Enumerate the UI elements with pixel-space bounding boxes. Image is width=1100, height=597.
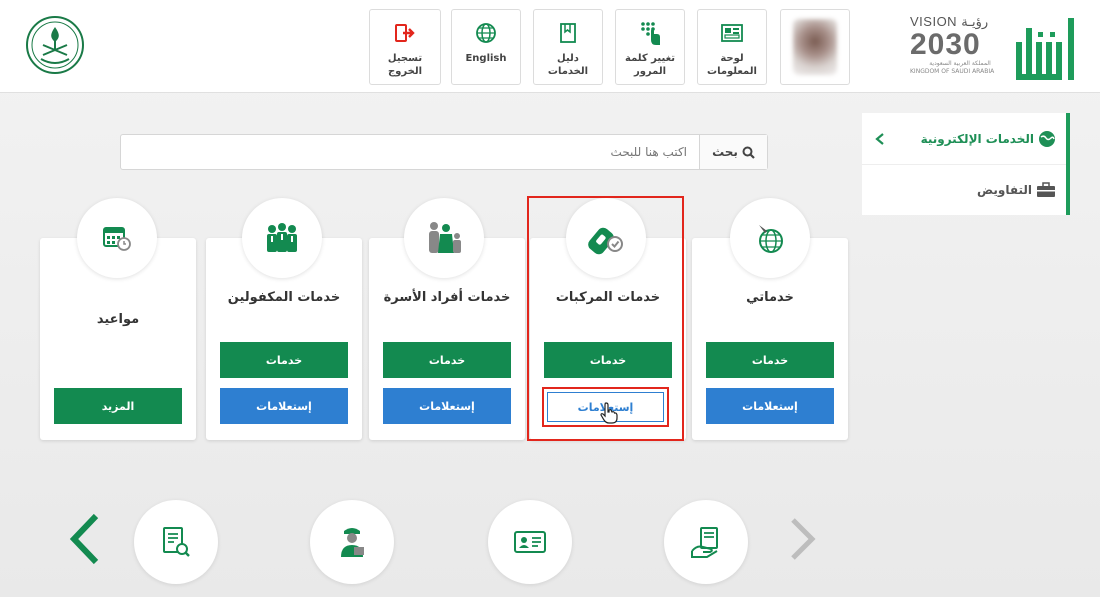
logout-icon [394, 20, 416, 46]
dashboard-icon [720, 20, 744, 46]
passport-hand-icon [691, 527, 718, 558]
id-card-icon [514, 531, 546, 553]
book-icon [558, 20, 578, 46]
officer-icon [341, 528, 364, 557]
sidebar-item-e-services[interactable]: الخدمات الإلكترونية [862, 113, 1066, 164]
absher-logo [1012, 12, 1084, 84]
english-button[interactable]: English [451, 9, 521, 85]
services-guide-label: دليل الخدمات [547, 53, 589, 77]
header: تسجيل الخروج English دليل الخدمات تغيير … [0, 0, 1100, 93]
sponsored-services-button[interactable]: خدمات [220, 342, 348, 378]
globe-plane-icon [730, 198, 810, 278]
ministry-emblem-icon [24, 14, 86, 76]
family-inquiries-button[interactable]: إستعلامات [383, 388, 511, 424]
globe-icon [1039, 130, 1055, 147]
my-services-inquiries-button[interactable]: إستعلامات [706, 388, 834, 424]
sidebar-item-label: الخدمات الإلكترونية [920, 131, 1034, 146]
document-search-icon [163, 527, 190, 557]
services-guide-button[interactable]: دليل الخدمات [533, 9, 603, 85]
carousel-prev-arrow-icon[interactable] [68, 512, 102, 570]
card-title: خدمات أفراد الأسرة [383, 290, 511, 305]
card-title: خدمات المكفولين [227, 290, 341, 305]
family-icon [404, 198, 484, 278]
dashboard-button[interactable]: لوحة المعلومات [697, 9, 767, 85]
vision-year-text: 2030 [910, 28, 981, 61]
carousel-item-document-search[interactable] [134, 500, 218, 584]
card-title: مواعيد [96, 312, 140, 327]
vision-sub-en: KINGDOM OF SAUDI ARABIA [910, 68, 995, 75]
search-button-label: بحث [712, 145, 738, 159]
my-services-services-button[interactable]: خدمات [706, 342, 834, 378]
briefcase-icon [1037, 182, 1055, 197]
search-input[interactable] [121, 135, 699, 169]
logout-label: تسجيل الخروج [387, 53, 423, 77]
sidebar: الخدمات الإلكترونية التفاويض [862, 113, 1070, 215]
sidebar-item-e-services-wrap: الخدمات الإلكترونية [921, 130, 1056, 148]
calendar-icon [77, 198, 157, 278]
sidebar-item-delegations-wrap: التفاويض [977, 182, 1056, 198]
search-icon [742, 146, 755, 159]
workers-icon [242, 198, 322, 278]
chevron-left-icon[interactable] [874, 132, 886, 146]
search-bar: بحث [120, 134, 768, 170]
card-title: خدماتي [746, 290, 794, 305]
user-avatar-button[interactable] [780, 9, 850, 85]
appointments-more-button[interactable]: المزيد [54, 388, 182, 424]
family-services-button[interactable]: خدمات [383, 342, 511, 378]
english-label: English [465, 53, 507, 64]
avatar [793, 19, 837, 75]
carousel-item-officer[interactable] [310, 500, 394, 584]
keypad-icon [638, 20, 662, 46]
logout-button[interactable]: تسجيل الخروج [369, 9, 441, 85]
carousel-next-arrow-icon[interactable] [788, 512, 818, 570]
sponsored-inquiries-button[interactable]: إستعلامات [220, 388, 348, 424]
change-password-button[interactable]: تغيير كلمة المرور [615, 9, 685, 85]
search-button[interactable]: بحث [699, 135, 767, 169]
globe-icon [475, 20, 497, 46]
vision-sub-ar: المملكة العربية السعودية [929, 60, 991, 67]
vision-2030-logo: VISION رؤيـة 2030 المملكة العربية السعود… [910, 14, 1010, 84]
change-password-label: تغيير كلمة المرور [625, 53, 675, 77]
sidebar-item-delegations[interactable]: التفاويض [862, 164, 1066, 215]
hand-cursor-icon [600, 402, 618, 428]
carousel-item-passport-hand[interactable] [664, 500, 748, 584]
carousel-item-id-card[interactable] [488, 500, 572, 584]
sidebar-item-label: التفاويض [977, 183, 1032, 197]
dashboard-label: لوحة المعلومات [707, 53, 757, 77]
